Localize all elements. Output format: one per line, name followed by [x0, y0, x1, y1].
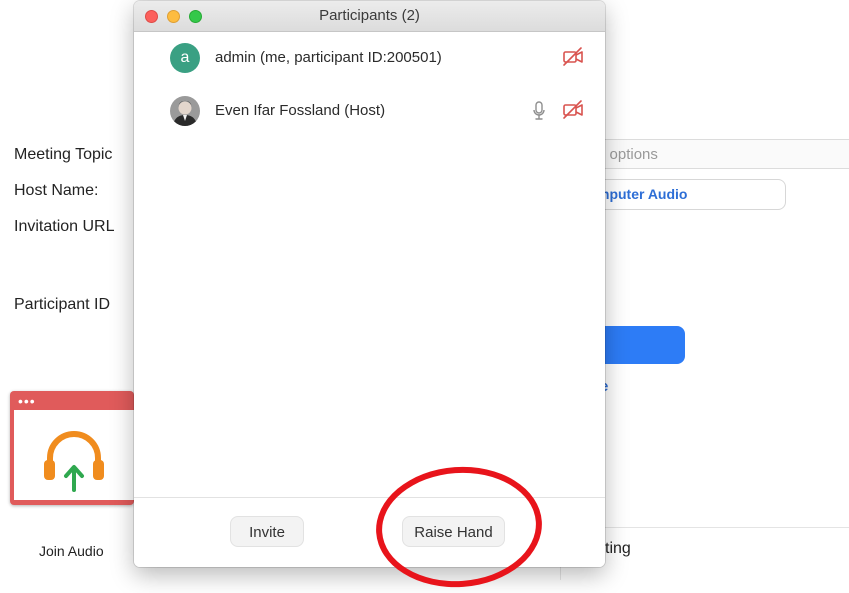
window-title: Participants (2)	[319, 7, 420, 24]
participant-row[interactable]: Even Ifar Fossland (Host)	[134, 92, 605, 132]
host-name-label: Host Name:	[14, 182, 99, 199]
invite-button[interactable]: Invite	[230, 516, 304, 547]
participants-window: Participants (2) a admin (me, participan…	[134, 1, 605, 567]
avatar: a	[170, 43, 200, 73]
host-photo-icon	[170, 96, 200, 126]
participant-name: Even Ifar Fossland (Host)	[215, 102, 386, 119]
video-off-icon[interactable]	[561, 99, 585, 121]
participants-footer: Invite Raise Hand	[134, 497, 605, 567]
raise-hand-button[interactable]: Raise Hand	[402, 516, 505, 547]
participant-id-label: Participant ID	[14, 296, 111, 313]
video-off-icon[interactable]	[561, 46, 585, 68]
avatar	[170, 96, 200, 126]
meeting-option-label: ting	[605, 540, 631, 557]
microphone-icon[interactable]	[531, 99, 547, 123]
meeting-topic-label: Meeting Topic	[14, 146, 113, 163]
participant-name: admin (me, participant ID:200501)	[215, 49, 442, 66]
headphones-icon	[44, 431, 104, 492]
window-dots-icon: •••	[18, 393, 36, 409]
join-audio-label: Join Audio	[39, 543, 104, 559]
join-audio-card[interactable]: •••	[10, 391, 134, 505]
participant-row[interactable]: a admin (me, participant ID:200501)	[134, 39, 605, 79]
invitation-url-label: Invitation URL	[14, 218, 115, 235]
title-bar: Participants (2)	[134, 1, 605, 32]
